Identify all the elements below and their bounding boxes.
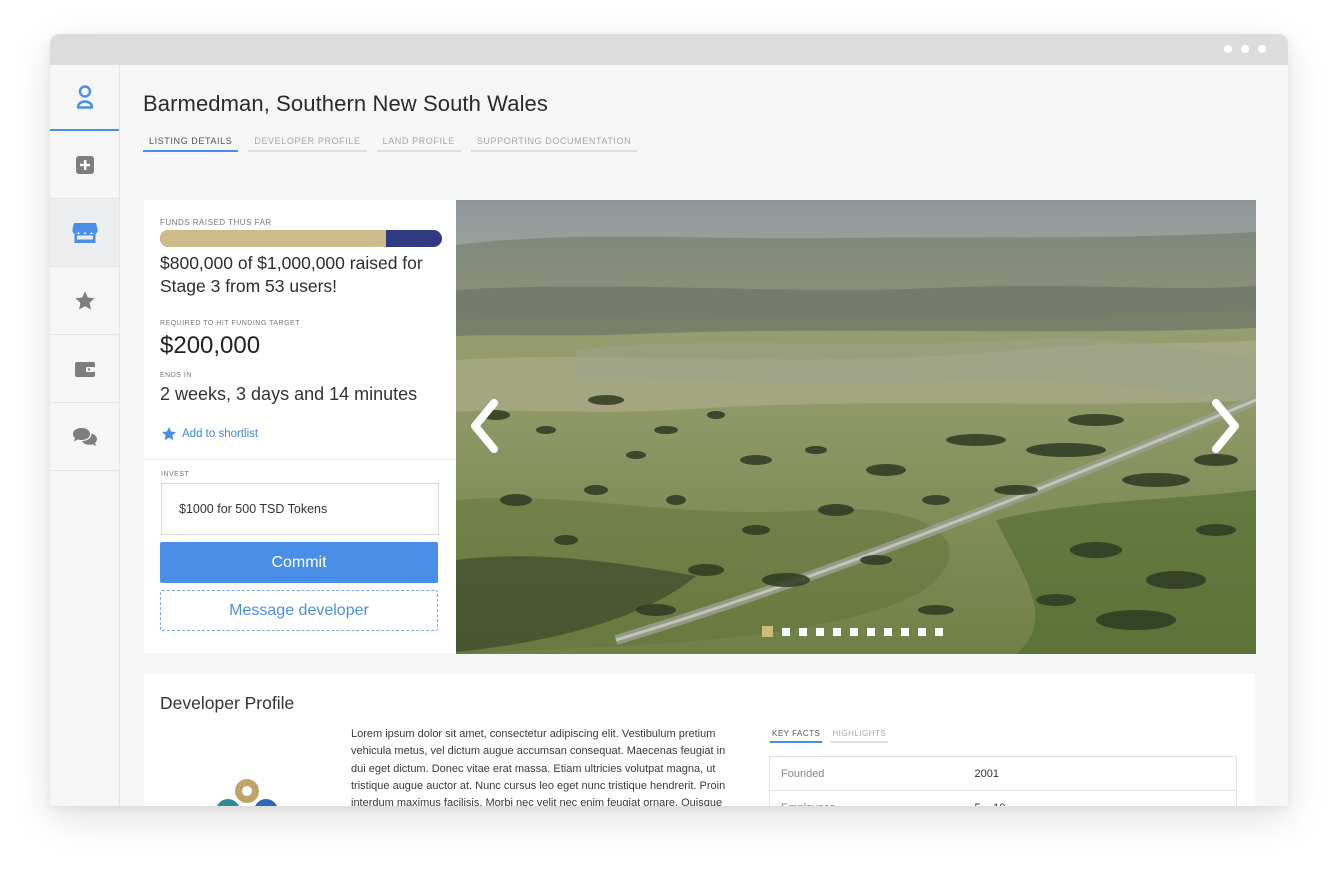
star-icon (74, 290, 95, 310)
sidebar-item-wallet[interactable] (50, 335, 119, 403)
carousel-indicator[interactable] (935, 627, 943, 636)
carousel-indicator[interactable] (816, 627, 824, 636)
developer-logo (214, 778, 280, 806)
add-to-shortlist-link[interactable]: Add to shortlist (161, 426, 258, 442)
tab-highlights[interactable]: HIGHLIGHTS (830, 729, 889, 743)
invest-amount-input[interactable] (161, 483, 439, 535)
window-dot (1241, 45, 1249, 53)
chevron-left-icon (471, 399, 498, 453)
shortlist-label: Add to shortlist (182, 428, 259, 440)
funding-progress-bar (160, 230, 442, 247)
invest-label: INVEST (161, 471, 190, 478)
window-dot (1258, 45, 1266, 53)
tab-listing-details[interactable]: LISTING DETAILS (143, 136, 239, 152)
message-developer-button[interactable]: Message developer (160, 590, 438, 631)
carousel-indicator[interactable] (867, 627, 875, 636)
section-title: Developer Profile (160, 693, 295, 713)
commit-button[interactable]: Commit (160, 542, 438, 583)
carousel-next-button[interactable] (1206, 398, 1244, 459)
developer-description: Lorem ipsum dolor sit amet, consectetur … (351, 728, 726, 806)
wallet-icon (74, 361, 95, 377)
table-row: Founded 2001 (769, 756, 1237, 791)
carousel-indicator[interactable] (762, 626, 773, 637)
fact-value: 2001 (974, 756, 1237, 791)
required-amount: $200,000 (160, 332, 261, 359)
funds-raised-text: $800,000 of $1,000,000 raised for Stage … (160, 253, 423, 296)
sidebar (50, 65, 120, 806)
divider (144, 459, 456, 460)
window-dot (1224, 45, 1232, 53)
chat-bubbles-icon (72, 427, 97, 446)
funding-panel: FUNDS RAISED THUS FAR $800,000 of $1,000… (144, 200, 456, 653)
carousel-indicators (762, 626, 943, 637)
carousel-indicator[interactable] (833, 627, 841, 636)
person-logo-icon (76, 85, 93, 109)
facts-tabs: KEY FACTS HIGHLIGHTS (770, 729, 889, 743)
carousel-indicator[interactable] (782, 627, 790, 636)
sidebar-item-add[interactable] (50, 131, 119, 199)
sidebar-item-marketplace[interactable] (50, 199, 119, 267)
star-icon (162, 427, 176, 441)
main-content: Barmedman, Southern New South Wales LIST… (120, 65, 1288, 806)
carousel-indicator[interactable] (799, 627, 807, 636)
table-row: Employees 5 ~ 10 (769, 790, 1237, 806)
image-carousel (456, 200, 1256, 654)
tab-land-profile[interactable]: LAND PROFILE (376, 136, 461, 152)
page-title: Barmedman, Southern New South Wales (143, 91, 548, 116)
carousel-indicator[interactable] (901, 627, 909, 636)
funding-progress-fill (160, 230, 386, 247)
listing-tabs: LISTING DETAILS DEVELOPER PROFILE LAND P… (143, 136, 638, 152)
plus-square-icon (75, 155, 94, 174)
sidebar-item-logo[interactable] (50, 65, 119, 131)
required-label: REQUIRED TO HIT FUNDING TARGET (160, 320, 300, 327)
carousel-indicator[interactable] (884, 627, 892, 636)
developer-profile-section: Developer Profile Lorem ipsum dolor sit … (144, 674, 1255, 806)
window-menu-dots[interactable] (1224, 45, 1266, 53)
tab-key-facts[interactable]: KEY FACTS (770, 729, 823, 743)
window-titlebar (50, 34, 1288, 65)
sidebar-item-favorites[interactable] (50, 267, 119, 335)
tab-supporting-documentation[interactable]: SUPPORTING DOCUMENTATION (470, 136, 638, 152)
browser-window: Barmedman, Southern New South Wales LIST… (50, 34, 1288, 806)
store-icon (72, 222, 97, 243)
fact-key: Employees (769, 790, 975, 806)
carousel-indicator[interactable] (918, 627, 926, 636)
chevron-right-icon (1212, 399, 1239, 453)
fact-value: 5 ~ 10 (974, 790, 1237, 806)
landscape-photo (456, 200, 1256, 654)
funds-raised-label: FUNDS RAISED THUS FAR (160, 218, 272, 227)
developer-logo-icon (217, 779, 277, 806)
tab-developer-profile[interactable]: DEVELOPER PROFILE (248, 136, 367, 152)
ends-in-label: ENDS IN (160, 372, 192, 379)
key-facts-table: Founded 2001 Employees 5 ~ 10 Projects d… (769, 756, 1237, 806)
ends-in-value: 2 weeks, 3 days and 14 minutes (160, 384, 418, 404)
carousel-indicator[interactable] (850, 627, 858, 636)
fact-key: Founded (769, 756, 975, 791)
sidebar-item-messages[interactable] (50, 403, 119, 471)
carousel-prev-button[interactable] (466, 398, 504, 459)
